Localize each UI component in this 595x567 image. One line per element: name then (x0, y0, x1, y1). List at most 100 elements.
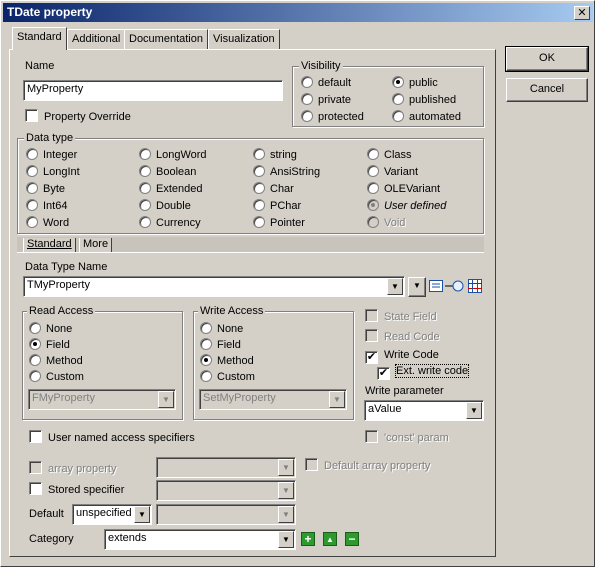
arrow-up-icon[interactable]: ▲ (323, 532, 337, 546)
radio-variant[interactable] (367, 165, 379, 177)
datatype-double[interactable]: Double (139, 199, 191, 213)
user-named-checkbox[interactable]: User named access specifiers (29, 430, 195, 444)
radio-integer[interactable] (26, 148, 38, 160)
chevron-down-icon[interactable]: ▼ (278, 531, 294, 548)
datatype-boolean[interactable]: Boolean (139, 165, 196, 179)
radio-word[interactable] (26, 216, 38, 228)
add-category-icon[interactable]: + (301, 532, 315, 546)
radio-longword[interactable] (139, 148, 151, 160)
radio-public[interactable] (392, 76, 404, 88)
radio-currency[interactable] (139, 216, 151, 228)
read-custom[interactable]: Custom (29, 370, 84, 384)
remove-category-icon[interactable]: − (345, 532, 359, 546)
datatype-class[interactable]: Class (367, 148, 412, 162)
radio-extended[interactable] (139, 182, 151, 194)
radio-read-custom[interactable] (29, 370, 41, 382)
datatype-olevariant[interactable]: OLEVariant (367, 182, 440, 196)
tab-visualization[interactable]: Visualization (208, 29, 280, 49)
radio-int64[interactable] (26, 199, 38, 211)
tab-standard[interactable]: Standard (12, 27, 67, 50)
datatype-char[interactable]: Char (253, 182, 294, 196)
default-combo[interactable]: unspecified ▼ (72, 504, 152, 525)
datatype-extended[interactable]: Extended (139, 182, 202, 196)
datatype-longint[interactable]: LongInt (26, 165, 80, 179)
write-parameter-combo[interactable]: aValue ▼ (364, 400, 484, 421)
ok-button[interactable]: OK (505, 46, 589, 72)
radio-boolean[interactable] (139, 165, 151, 177)
radio-published[interactable] (392, 93, 404, 105)
list-icon[interactable] (429, 280, 443, 292)
data-type-name-combo[interactable]: TMyProperty ▼ (23, 276, 405, 297)
stored-specifier-checkbox[interactable]: Stored specifier (29, 482, 124, 496)
ext-write-code-box[interactable]: ✔ (377, 367, 390, 380)
close-icon[interactable]: ✕ (574, 6, 590, 20)
datatype-pchar[interactable]: PChar (253, 199, 301, 213)
radio-private[interactable] (301, 93, 313, 105)
property-override-box[interactable] (25, 109, 38, 122)
radio-read-field[interactable] (29, 338, 41, 350)
visibility-automated[interactable]: automated (392, 110, 461, 124)
write-code-checkbox[interactable]: ✔ Write Code (365, 349, 439, 364)
radio-default[interactable] (301, 76, 313, 88)
cancel-button[interactable]: Cancel (506, 78, 588, 102)
radio-write-method[interactable] (200, 354, 212, 366)
datatype-integer[interactable]: Integer (26, 148, 77, 162)
read-method[interactable]: Method (29, 354, 83, 368)
radio-ansistring[interactable] (253, 165, 265, 177)
visibility-private[interactable]: private (301, 93, 351, 107)
chevron-down-icon[interactable]: ▼ (466, 402, 482, 419)
visibility-public[interactable]: public (392, 76, 438, 90)
write-none[interactable]: None (200, 322, 243, 336)
tab-documentation[interactable]: Documentation (124, 29, 208, 49)
radio-protected[interactable] (301, 110, 313, 122)
read-field[interactable]: Field (29, 338, 70, 352)
datatype-variant[interactable]: Variant (367, 165, 418, 179)
datatype-pointer[interactable]: Pointer (253, 216, 305, 230)
chevron-down-icon[interactable]: ▼ (134, 506, 150, 523)
extra-dropdown-button[interactable]: ▼ (408, 277, 426, 297)
datatype-string[interactable]: string (253, 148, 297, 162)
subtab-standard[interactable]: Standard (23, 238, 76, 252)
radio-class[interactable] (367, 148, 379, 160)
name-input[interactable]: MyProperty (23, 80, 283, 101)
datatype-int64[interactable]: Int64 (26, 199, 67, 213)
class-grid-icon[interactable] (468, 279, 482, 293)
radio-write-none[interactable] (200, 322, 212, 334)
write-code-box[interactable]: ✔ (365, 351, 378, 364)
write-method[interactable]: Method (200, 354, 254, 368)
datatype-ansistring[interactable]: AnsiString (253, 165, 320, 179)
ext-write-code-checkbox[interactable]: ✔ Ext. write code (377, 364, 470, 380)
user-named-box[interactable] (29, 430, 42, 443)
read-none[interactable]: None (29, 322, 72, 336)
radio-write-custom[interactable] (200, 370, 212, 382)
category-combo[interactable]: extends ▼ (104, 529, 296, 550)
datatype-longword[interactable]: LongWord (139, 148, 207, 162)
stored-specifier-box[interactable] (29, 482, 42, 495)
radio-pchar[interactable] (253, 199, 265, 211)
radio-char[interactable] (253, 182, 265, 194)
radio-read-method[interactable] (29, 354, 41, 366)
radio-double[interactable] (139, 199, 151, 211)
datatype-currency[interactable]: Currency (139, 216, 201, 230)
datatype-user-defined[interactable]: User defined (367, 199, 446, 213)
tab-additional[interactable]: Additional (67, 29, 126, 49)
radio-read-none[interactable] (29, 322, 41, 334)
property-override-checkbox[interactable]: Property Override (25, 109, 131, 123)
visibility-protected[interactable]: protected (301, 110, 364, 124)
radio-automated[interactable] (392, 110, 404, 122)
radio-user-defined[interactable] (367, 199, 379, 211)
radio-write-field[interactable] (200, 338, 212, 350)
write-custom[interactable]: Custom (200, 370, 255, 384)
subtab-more[interactable]: More (79, 238, 113, 252)
chevron-down-icon[interactable]: ▼ (387, 278, 403, 295)
radio-longint[interactable] (26, 165, 38, 177)
radio-byte[interactable] (26, 182, 38, 194)
write-field[interactable]: Field (200, 338, 241, 352)
radio-string[interactable] (253, 148, 265, 160)
radio-olevariant[interactable] (367, 182, 379, 194)
visibility-default[interactable]: default (301, 76, 351, 90)
datatype-byte[interactable]: Byte (26, 182, 65, 196)
connector-icon[interactable] (445, 279, 465, 293)
radio-pointer[interactable] (253, 216, 265, 228)
datatype-word[interactable]: Word (26, 216, 69, 230)
